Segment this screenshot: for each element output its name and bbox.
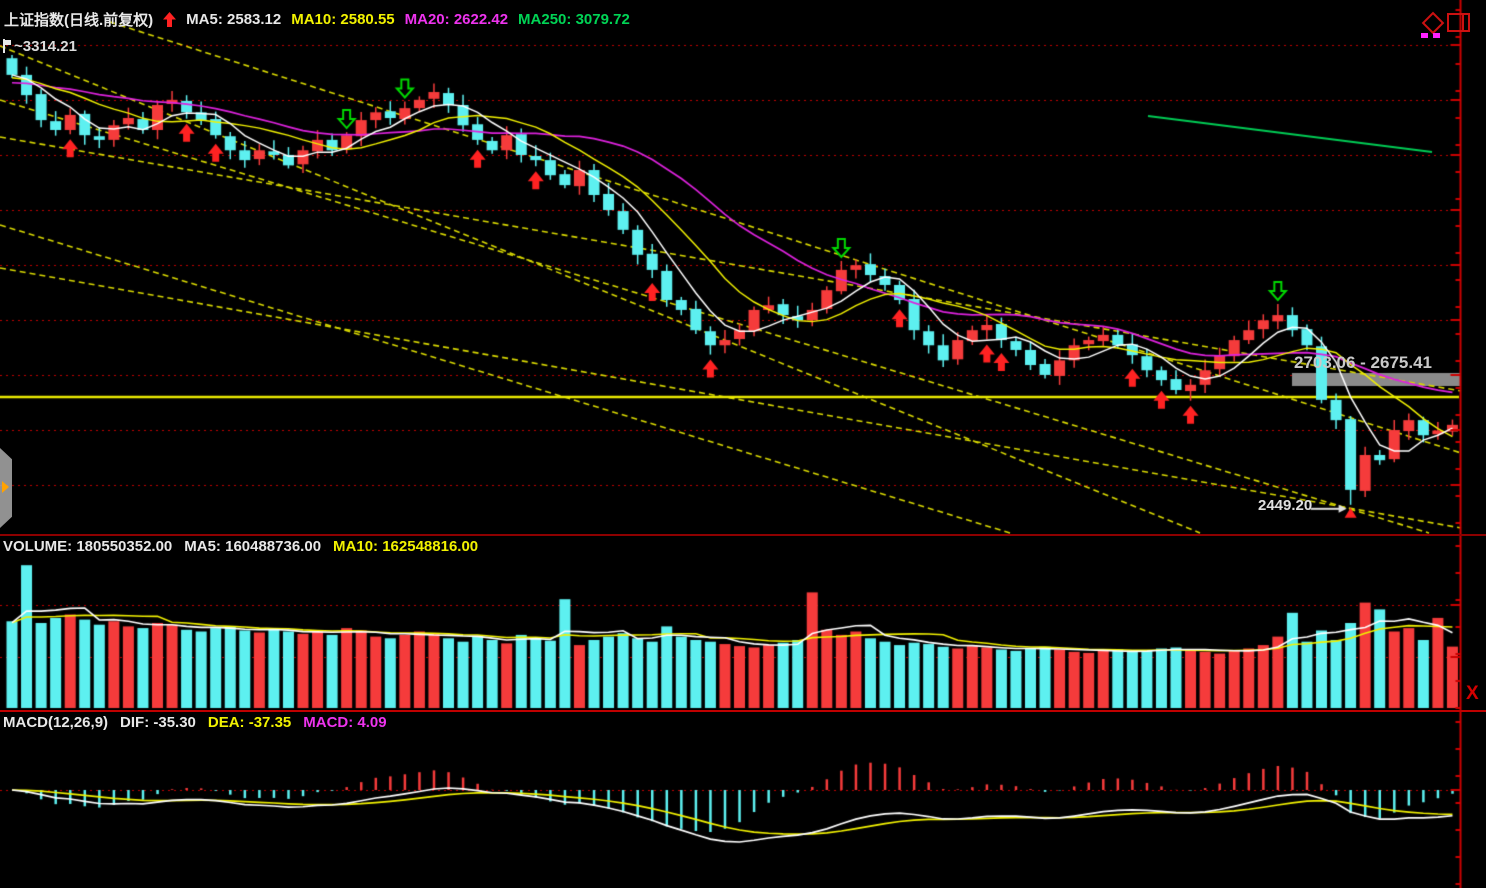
stock-chart-app: { "header": { "title": "上证指数(日线.前复权)", "… xyxy=(0,0,1486,888)
volume-chart-canvas[interactable] xyxy=(0,536,1486,710)
macd-name: MACD(12,26,9) xyxy=(3,714,108,731)
chart-header: 上证指数(日线.前复权) MA5: 2583.12 MA10: 2580.55 … xyxy=(4,10,630,29)
dif-value: DIF: -35.30 xyxy=(120,714,196,731)
period-low-label: 2449.20 xyxy=(1258,497,1312,514)
macd-header: MACD(12,26,9) DIF: -35.30 DEA: -37.35 MA… xyxy=(3,713,387,732)
marker-dot-icon xyxy=(1433,33,1440,38)
period-high-label: ~3314.21 xyxy=(14,38,77,55)
ma20-legend: MA20: 2622.42 xyxy=(405,11,508,28)
ma5-legend: MA5: 2583.12 xyxy=(186,11,281,28)
macd-value: MACD: 4.09 xyxy=(303,714,386,731)
ma250-legend: MA250: 3079.72 xyxy=(518,11,630,28)
price-band-label: 2703.06 - 2675.41 xyxy=(1294,353,1432,373)
volume-value: VOLUME: 180550352.00 xyxy=(3,538,172,555)
instrument-title: 上证指数(日线.前复权) xyxy=(4,9,153,30)
main-chart-canvas[interactable] xyxy=(0,0,1486,534)
volume-ma10: MA10: 162548816.00 xyxy=(333,538,478,555)
up-arrow-icon xyxy=(163,12,176,27)
window-split-icon[interactable] xyxy=(1447,13,1470,32)
volume-ma5: MA5: 160488736.00 xyxy=(184,538,321,555)
close-x-mark[interactable]: X xyxy=(1466,683,1479,705)
ma10-legend: MA10: 2580.55 xyxy=(291,11,394,28)
marker-dot-icon xyxy=(1421,33,1428,38)
macd-chart-canvas[interactable] xyxy=(0,712,1486,888)
dea-value: DEA: -37.35 xyxy=(208,714,291,731)
expand-arrow-icon xyxy=(2,481,9,493)
high-flag-icon xyxy=(3,39,11,53)
volume-header: VOLUME: 180550352.00 MA5: 160488736.00 M… xyxy=(3,537,478,556)
